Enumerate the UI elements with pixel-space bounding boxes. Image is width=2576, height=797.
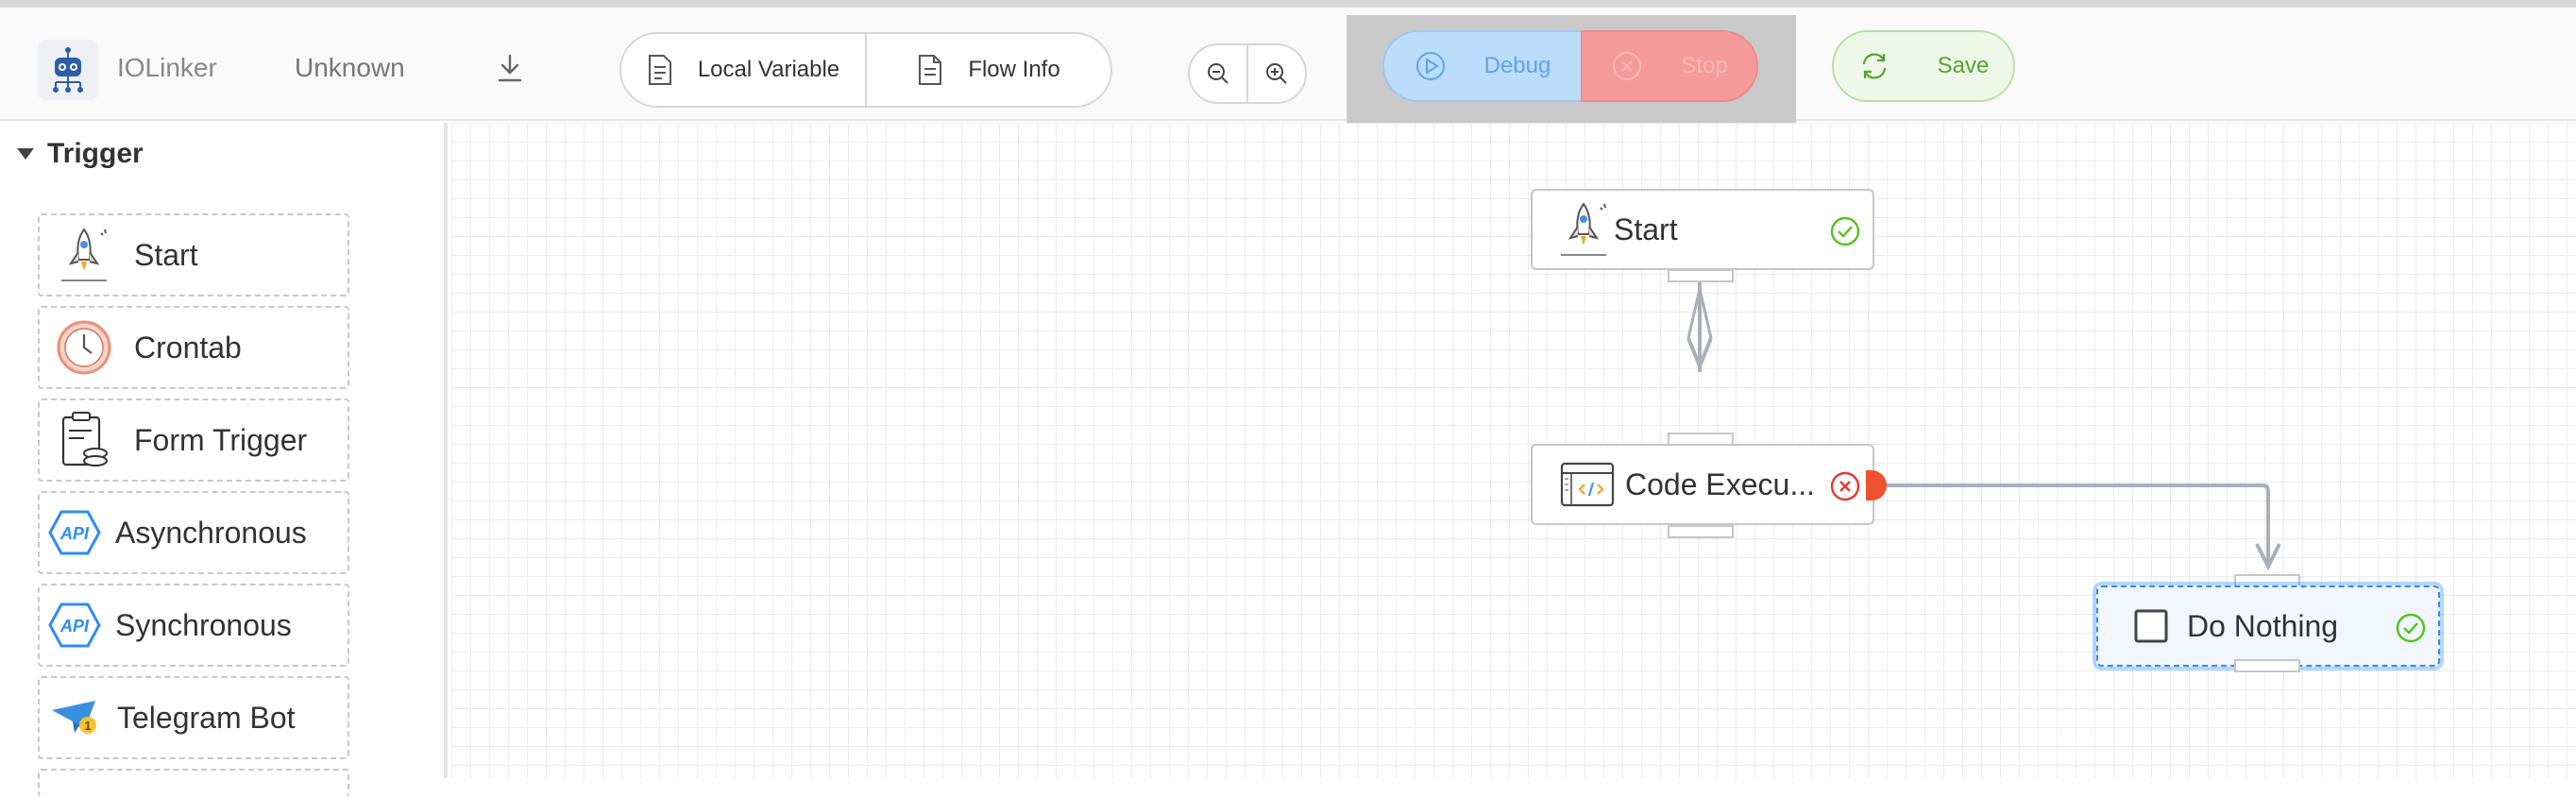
check-circle-icon: [2396, 613, 2426, 643]
zoom-controls: [1188, 43, 1307, 104]
debug-button[interactable]: Debug: [1382, 30, 1583, 102]
zoom-in-button[interactable]: [1246, 45, 1305, 102]
check-circle-icon: [1830, 216, 1860, 246]
palette-item-form-trigger[interactable]: Form Trigger: [38, 398, 349, 482]
form-icon: [53, 409, 115, 471]
palette-item-telegram-bot[interactable]: 1 Telegram Bot: [38, 676, 349, 759]
palette-item-label: Start: [134, 237, 198, 272]
output-port[interactable]: [1668, 525, 1734, 538]
flow-node-start[interactable]: Start: [1531, 189, 1874, 270]
palette-item-label: Synchronous: [115, 607, 292, 642]
node-palette-sidebar: Trigger Start Crontab Form Trigger API A…: [0, 123, 448, 797]
section-title: Trigger: [47, 138, 144, 169]
download-icon[interactable]: [491, 49, 529, 87]
close-circle-icon: [1613, 52, 1642, 80]
flow-info-button[interactable]: Flow Info: [865, 34, 1110, 106]
trigger-section-header[interactable]: Trigger: [17, 138, 144, 170]
output-port[interactable]: [2234, 659, 2300, 672]
svg-text:1: 1: [84, 719, 91, 733]
palette-item-label: Asynchronous: [115, 515, 307, 550]
zoom-out-icon: [1208, 63, 1229, 84]
zoom-in-icon: [1266, 63, 1287, 84]
rocket-icon: [1555, 201, 1612, 258]
save-button[interactable]: Save: [1832, 30, 2015, 102]
palette-item-crontab[interactable]: Crontab: [38, 306, 349, 389]
toolbar: IOLinker Unknown Local Variable Flow Inf…: [0, 8, 2576, 128]
node-label: Start: [1614, 212, 1678, 246]
palette-item-label: Telegram Bot: [117, 700, 296, 735]
flow-canvas[interactable]: Start Code Execu... Do Nothing: [451, 123, 2576, 778]
stop-button[interactable]: Stop: [1581, 30, 1758, 102]
code-window-icon: [1559, 456, 1616, 513]
flow-info-label: Flow Info: [968, 57, 1060, 82]
checkbox-icon: [2132, 598, 2170, 654]
save-label: Save: [1937, 53, 1990, 78]
document-icon: [648, 55, 671, 85]
palette-item-synchronous[interactable]: API Synchronous: [38, 584, 349, 667]
flow-node-do-nothing[interactable]: Do Nothing: [2096, 585, 2440, 667]
zoom-out-button[interactable]: [1190, 45, 1246, 102]
flow-node-code-execution[interactable]: Code Execu...: [1531, 444, 1874, 525]
info-button-group: Local Variable Flow Info: [619, 32, 1112, 108]
stop-label: Stop: [1681, 53, 1728, 78]
debug-label: Debug: [1483, 53, 1551, 78]
caret-down-icon: [17, 148, 34, 160]
rocket-icon: [53, 224, 115, 286]
local-variable-button[interactable]: Local Variable: [621, 34, 865, 106]
app-name: IOLinker: [117, 53, 217, 82]
error-circle-icon: [1830, 471, 1860, 501]
sync-icon: [1862, 53, 1886, 79]
telegram-icon: 1: [43, 687, 106, 749]
api-icon: API: [43, 594, 106, 656]
play-circle-icon: [1415, 52, 1445, 80]
document-icon: [919, 55, 942, 85]
flow-name[interactable]: Unknown: [295, 53, 405, 83]
output-port[interactable]: [1668, 269, 1734, 282]
palette-item-start[interactable]: Start: [38, 213, 349, 297]
edges-layer: [1686, 268, 2281, 571]
local-variable-label: Local Variable: [697, 57, 840, 82]
node-label: Code Execu...: [1625, 466, 1815, 501]
robot-logo-icon: [38, 40, 98, 100]
svg-text:API: API: [59, 617, 90, 636]
palette-item-label: Form Trigger: [134, 422, 308, 457]
node-label: Do Nothing: [2187, 608, 2339, 643]
api-icon: API: [43, 501, 106, 564]
palette-item-label: Crontab: [134, 330, 242, 365]
palette-item-asynchronous[interactable]: API Asynchronous: [38, 491, 349, 574]
svg-text:API: API: [59, 524, 90, 543]
palette-item-partial[interactable]: [38, 769, 349, 797]
window-top-border: [0, 0, 2576, 8]
clock-icon: [53, 316, 115, 379]
